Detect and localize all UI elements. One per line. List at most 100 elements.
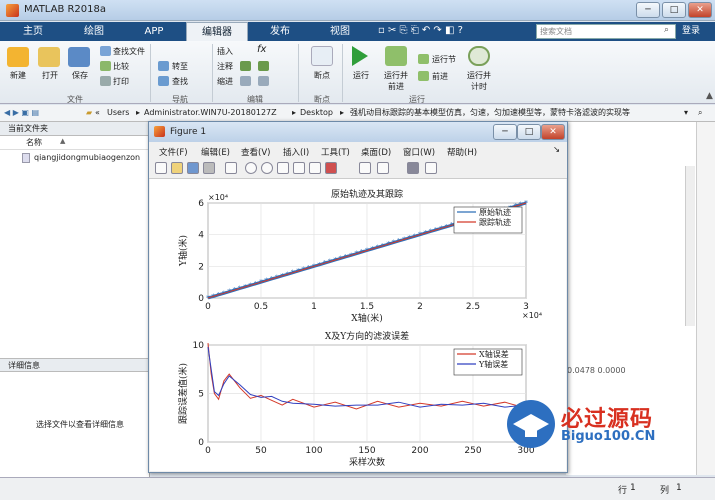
maximize-button[interactable]: □ <box>662 2 686 18</box>
legend-label: X轴误差 <box>479 349 509 359</box>
brush-icon[interactable] <box>325 162 337 174</box>
figure-minimize-button[interactable]: ─ <box>493 124 517 140</box>
row-value: 1 <box>630 483 636 493</box>
menu-dock-icon[interactable]: ↘ <box>553 145 560 155</box>
charts-svg: 0 0.5 1 1.5 2 2.5 30246原始轨迹及其跟踪X轴(米)Y轴(米)×10⁴×… <box>177 188 542 468</box>
collapse-ribbon-icon[interactable]: ▲ <box>706 91 713 101</box>
compare-button[interactable]: 比较 <box>113 61 129 72</box>
search-input[interactable]: 搜索文档 <box>536 24 676 39</box>
y-tick-label: 4 <box>198 231 204 241</box>
path-segment-project[interactable]: 强机动目标跟踪的基本模型仿真，匀速，匀加速模型等，蒙特卡洛滤波的实现等 <box>350 105 680 121</box>
menu-tools[interactable]: 工具(T) <box>321 146 350 158</box>
percent-icon[interactable] <box>240 61 251 71</box>
figure-close-button[interactable]: ✕ <box>541 124 565 140</box>
fx-button[interactable]: fx <box>257 44 266 55</box>
y-tick-label: 10 <box>193 341 205 351</box>
path-search-icon[interactable]: ⌕ <box>698 105 702 121</box>
column-name[interactable]: 名称 <box>26 137 42 148</box>
rotate-icon[interactable] <box>293 162 305 174</box>
menu-desktop[interactable]: 桌面(D) <box>361 146 391 158</box>
menu-edit[interactable]: 编辑(E) <box>201 146 230 158</box>
figure-maximize-button[interactable]: □ <box>517 124 541 140</box>
minimize-button[interactable]: ─ <box>636 2 660 18</box>
new-button[interactable]: 新建 <box>4 70 32 81</box>
figure-title-bar: Figure 1 ─ □ ✕ <box>149 122 567 142</box>
tab-publish[interactable]: 发布 <box>252 22 308 41</box>
smart-indent-icon[interactable] <box>240 76 251 86</box>
new-figure-icon[interactable] <box>155 162 167 174</box>
close-button[interactable]: ✕ <box>688 2 712 18</box>
menu-help[interactable]: 帮助(H) <box>447 146 477 158</box>
datacursor-icon[interactable] <box>309 162 321 174</box>
plot-area: 0 0.5 1 1.5 2 2.5 3 0 2 4 6 原始轨迹及其跟踪 X轴(米) Y轴(米) ×10⁴ ×… <box>150 179 566 471</box>
find-files-button[interactable]: 查找文件 <box>113 46 145 57</box>
sort-up-icon[interactable]: ▲ <box>60 137 65 145</box>
login-link[interactable]: 登录 <box>682 24 700 39</box>
open-button[interactable]: 打开 <box>36 70 64 81</box>
nav-buttons[interactable]: ◀ ▶ ▣ ▤ <box>4 105 39 121</box>
breakpoints-button[interactable]: 断点 <box>305 70 339 81</box>
dock-icon[interactable] <box>425 162 437 174</box>
menu-insert[interactable]: 插入(I) <box>283 146 309 158</box>
tab-home[interactable]: 主页 <box>10 22 56 41</box>
folder-icon: ▰ <box>86 108 93 117</box>
path-segment-users[interactable]: Users <box>107 105 129 121</box>
path-sep: ▸ <box>340 108 345 117</box>
pointer-icon[interactable] <box>225 162 237 174</box>
comment-button[interactable]: 注释 <box>217 61 233 72</box>
open-icon[interactable] <box>171 162 183 174</box>
path-segment-desktop[interactable]: Desktop <box>300 105 333 121</box>
zoom-in-icon[interactable] <box>245 162 257 174</box>
zoom-out-icon[interactable] <box>261 162 273 174</box>
pan-icon[interactable] <box>277 162 289 174</box>
path-dropdown-icon[interactable]: ▾ <box>684 105 688 121</box>
quick-access-toolbar[interactable]: ▫ ✂ ⎘ ⎗ ↶ ↷ ◧ ? <box>378 25 463 36</box>
find-button[interactable]: 查找 <box>172 76 188 87</box>
save-button[interactable]: 保存 <box>66 70 94 81</box>
status-bar: 行 1 列 1 <box>0 477 715 500</box>
run-section-button[interactable]: 运行节 <box>432 54 456 65</box>
run-time-button[interactable]: 运行并 计时 <box>462 70 496 92</box>
print-icon[interactable] <box>203 162 215 174</box>
print-button[interactable]: 打印 <box>113 76 129 87</box>
breakpoints-icon <box>311 46 333 66</box>
group-breakpoints-label: 断点 <box>314 95 330 104</box>
path-segment-more[interactable]: « <box>95 105 100 121</box>
search-icon[interactable]: ⌕ <box>664 25 669 35</box>
tab-plots[interactable]: 绘图 <box>66 22 122 41</box>
x-tick-label: 2 <box>417 302 423 312</box>
x-tick-label: 200 <box>411 446 428 456</box>
chart-title: X及Y方向的滤波误差 <box>325 330 409 342</box>
workspace-values: 0.0478 0.0000 <box>567 366 626 375</box>
tab-apps[interactable]: APP <box>126 22 182 41</box>
menu-file[interactable]: 文件(F) <box>159 146 188 158</box>
ribbon-separator <box>212 44 213 102</box>
colorbar-icon[interactable] <box>359 162 371 174</box>
x-tick-label: 50 <box>255 446 267 456</box>
y-axis-label: 跟踪误差值(米) <box>177 363 189 424</box>
legend-icon[interactable] <box>377 162 389 174</box>
scrollbar[interactable] <box>685 166 695 326</box>
menu-window[interactable]: 窗口(W) <box>403 146 435 158</box>
goto-button[interactable]: 转至 <box>172 61 188 72</box>
run-advance-icon <box>385 46 407 66</box>
insert-button[interactable]: 插入 <box>217 46 233 57</box>
file-item[interactable]: qiangjidongmubiaogenzon <box>34 153 140 162</box>
run-advance-button[interactable]: 运行并 前进 <box>381 70 411 92</box>
path-segment-admin[interactable]: Administrator.WIN7U-20180127Z <box>144 105 277 121</box>
y-tick-label: 6 <box>198 199 204 209</box>
wrap-comments-icon[interactable] <box>258 61 269 71</box>
save-icon[interactable] <box>187 162 199 174</box>
hide-tools-icon[interactable] <box>407 162 419 174</box>
tab-editor[interactable]: 编辑器 <box>186 22 248 41</box>
decrease-indent-icon[interactable] <box>258 76 269 86</box>
y-tick-label: 0 <box>198 294 204 304</box>
x-axis-label: 采样次数 <box>349 456 385 468</box>
x-tick-label: 0.5 <box>254 302 268 312</box>
run-button[interactable]: 运行 <box>347 70 375 81</box>
advance-button[interactable]: 前进 <box>432 71 448 82</box>
x-tick-label: 1 <box>311 302 317 312</box>
menu-view[interactable]: 查看(V) <box>241 146 270 158</box>
tab-view[interactable]: 视图 <box>312 22 368 41</box>
indent-button[interactable]: 缩进 <box>217 76 233 87</box>
